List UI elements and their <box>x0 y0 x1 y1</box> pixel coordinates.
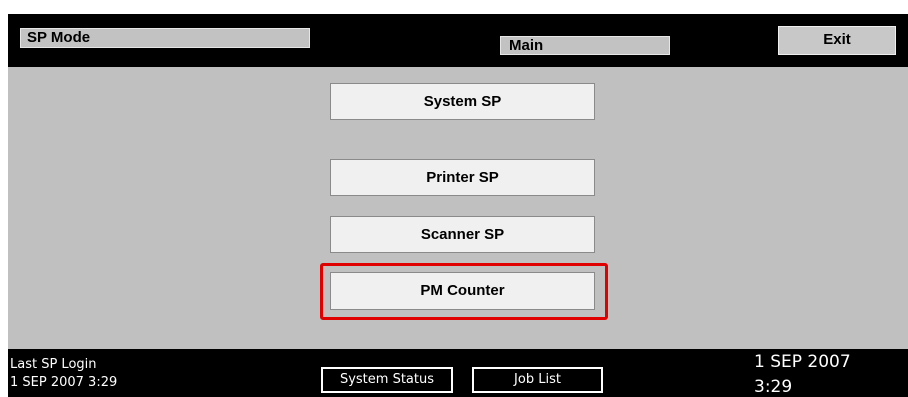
screen-title: Main <box>500 36 670 55</box>
scanner-sp-button[interactable]: Scanner SP <box>330 216 595 253</box>
mode-title: SP Mode <box>20 28 310 48</box>
clock-time: 3:29 <box>754 377 793 397</box>
last-sp-login-label: Last SP Login <box>10 357 97 372</box>
last-sp-login-time: 1 SEP 2007 3:29 <box>10 375 118 390</box>
system-sp-button[interactable]: System SP <box>330 83 595 120</box>
exit-button[interactable]: Exit <box>778 26 896 55</box>
main-menu-panel: System SP Printer SP Scanner SP PM Count… <box>8 67 908 349</box>
pm-counter-button[interactable]: PM Counter <box>330 272 595 310</box>
job-list-button[interactable]: Job List <box>472 367 603 393</box>
sp-mode-screen: SP Mode Main Exit System SP Printer SP S… <box>8 14 908 397</box>
system-status-button[interactable]: System Status <box>321 367 453 393</box>
printer-sp-button[interactable]: Printer SP <box>330 159 595 196</box>
clock-date: 1 SEP 2007 <box>754 352 851 372</box>
